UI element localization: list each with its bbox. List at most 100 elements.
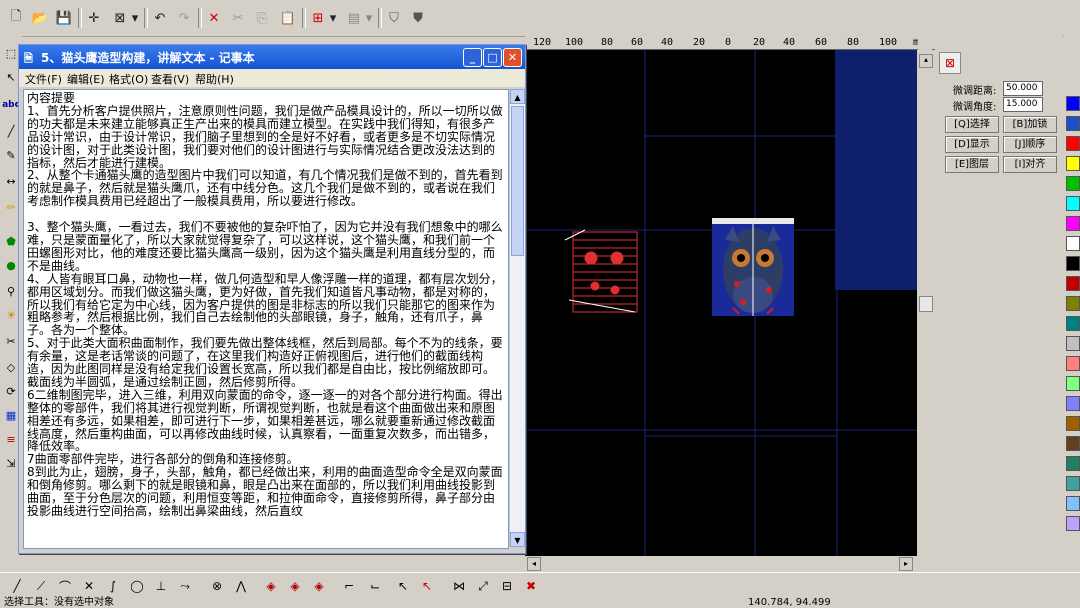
- arc-icon[interactable]: ⌒: [56, 577, 74, 595]
- color-swatch[interactable]: [1066, 516, 1080, 531]
- color-swatch[interactable]: [1066, 496, 1080, 511]
- tangent-icon[interactable]: ⤳: [176, 577, 194, 595]
- trim-icon[interactable]: ⋀: [232, 577, 250, 595]
- align-button[interactable]: [I]对齐: [1003, 156, 1057, 173]
- vertical-scrollbar[interactable]: ▴: [918, 36, 933, 556]
- color-swatch[interactable]: [1066, 356, 1080, 371]
- notepad-text-area[interactable]: 内容提要 1、首先分析客户提供照片，注意原则性问题，我们是做产品模具设计的，所以…: [23, 89, 509, 549]
- cut-icon[interactable]: ✂: [228, 8, 248, 28]
- circle-icon[interactable]: ◯: [128, 577, 146, 595]
- fillet-icon[interactable]: ⌐: [340, 577, 358, 595]
- ruler-tick: 0: [725, 37, 732, 48]
- angle-input[interactable]: 15.000: [1003, 97, 1043, 112]
- color-swatch[interactable]: [1066, 376, 1080, 391]
- menu-file[interactable]: 文件(F): [25, 71, 62, 87]
- color-swatch[interactable]: [1066, 456, 1080, 471]
- delete-icon[interactable]: ✕: [204, 8, 224, 28]
- ruler-tick: 120: [533, 37, 552, 48]
- cross-icon[interactable]: ✕: [80, 577, 98, 595]
- grid-dropdown-icon[interactable]: ▾: [328, 8, 338, 28]
- zoom-window-icon[interactable]: ⊠: [110, 8, 130, 28]
- perpendicular-icon[interactable]: ⊥: [152, 577, 170, 595]
- color-swatch[interactable]: [1066, 156, 1080, 171]
- ruler-tick: 80: [601, 37, 614, 48]
- layer-dropdown-icon[interactable]: ▾: [364, 8, 374, 28]
- panel-tab-icon[interactable]: ⊠: [939, 52, 961, 74]
- line-icon[interactable]: ╱: [8, 577, 26, 595]
- display-button[interactable]: [D]显示: [945, 136, 999, 153]
- color-swatch[interactable]: [1066, 116, 1080, 131]
- redo-icon[interactable]: ↷: [174, 8, 194, 28]
- pointer-delete-icon[interactable]: ↖: [418, 577, 436, 595]
- ruler-tick: 20: [753, 37, 766, 48]
- color-swatch[interactable]: [1066, 436, 1080, 451]
- diamond-alt-icon[interactable]: ◈: [286, 577, 304, 595]
- color-swatch[interactable]: [1066, 476, 1080, 491]
- point-icon[interactable]: ⊗: [208, 577, 226, 595]
- open-file-icon[interactable]: 📂: [30, 8, 50, 28]
- scroll-up-icon[interactable]: ▲: [510, 89, 525, 104]
- shield-alt-icon[interactable]: ⛊: [408, 8, 428, 28]
- color-swatch[interactable]: [1066, 336, 1080, 351]
- scroll-thumb[interactable]: [919, 296, 933, 312]
- scroll-down-icon[interactable]: ▼: [510, 532, 525, 547]
- ruler-tick: 100: [879, 37, 898, 48]
- angle-label: 微调角度:: [953, 102, 997, 113]
- copy-icon[interactable]: ⎘: [252, 8, 272, 28]
- diamond-cut-icon[interactable]: ◈: [310, 577, 328, 595]
- chamfer-icon[interactable]: ⌙: [366, 577, 384, 595]
- color-swatch[interactable]: [1066, 216, 1080, 231]
- layer-button[interactable]: [E]图层: [945, 156, 999, 173]
- maximize-icon[interactable]: □: [483, 48, 502, 67]
- color-swatch[interactable]: [1066, 276, 1080, 291]
- color-swatch[interactable]: [1066, 316, 1080, 331]
- diamond-icon[interactable]: ◈: [262, 577, 280, 595]
- horizontal-scrollbar[interactable]: ◂ ▸: [525, 556, 917, 571]
- layer-icon[interactable]: ▤: [344, 8, 364, 28]
- select-button[interactable]: [Q]选择: [945, 116, 999, 133]
- color-swatch[interactable]: [1066, 236, 1080, 251]
- snap-icon[interactable]: ✛: [84, 8, 104, 28]
- lock-button[interactable]: [B]加锁: [1003, 116, 1057, 133]
- color-swatch[interactable]: [1066, 256, 1080, 271]
- menu-help[interactable]: 帮助(H): [195, 71, 234, 87]
- close-window-icon[interactable]: ✕: [503, 48, 522, 67]
- color-swatch[interactable]: [1066, 96, 1080, 111]
- properties-panel: ⊠ 微调距离: 50.000 微调角度: 15.000 [Q]选择 [B]加锁 …: [935, 36, 1063, 576]
- scroll-right-icon[interactable]: ▸: [899, 557, 913, 571]
- color-swatch[interactable]: [1066, 296, 1080, 311]
- curve-icon[interactable]: ∫: [104, 577, 122, 595]
- node-edit-icon[interactable]: ⋈: [450, 577, 468, 595]
- color-swatch[interactable]: [1066, 176, 1080, 191]
- node-move-icon[interactable]: ⤢: [474, 577, 492, 595]
- undo-icon[interactable]: ↶: [150, 8, 170, 28]
- minimize-icon[interactable]: _: [463, 48, 482, 67]
- dropdown-arrow-icon[interactable]: ▾: [130, 8, 140, 28]
- notepad-content[interactable]: 内容提要 1、首先分析客户提供照片，注意原则性问题，我们是做产品模具设计的，所以…: [24, 90, 508, 520]
- polyline-icon[interactable]: ⟋: [32, 577, 50, 595]
- notepad-window[interactable]: 🗎 5、猫头鹰造型构建，讲解文本 - 记事本 _ □ ✕ 文件(F) 编辑(E)…: [18, 44, 526, 554]
- order-button[interactable]: [J]顺序: [1003, 136, 1057, 153]
- dist-input[interactable]: 50.000: [1003, 81, 1043, 96]
- status-text: 选择工具：没有选中对象: [4, 597, 114, 608]
- menu-view[interactable]: 查看(V): [151, 71, 189, 87]
- scroll-up-icon[interactable]: ▴: [919, 54, 933, 68]
- color-swatch[interactable]: [1066, 196, 1080, 211]
- node-split-icon[interactable]: ⊟: [498, 577, 516, 595]
- color-swatch[interactable]: [1066, 416, 1080, 431]
- scroll-left-icon[interactable]: ◂: [527, 557, 541, 571]
- shield-icon[interactable]: ⛉: [384, 8, 404, 28]
- new-file-icon[interactable]: 🗋: [6, 8, 26, 28]
- notepad-scrollbar[interactable]: ▲ ▼: [509, 89, 525, 547]
- save-icon[interactable]: 💾: [54, 8, 74, 28]
- color-swatch[interactable]: [1066, 136, 1080, 151]
- notepad-titlebar[interactable]: 🗎 5、猫头鹰造型构建，讲解文本 - 记事本 _ □ ✕: [19, 45, 525, 69]
- pointer-icon[interactable]: ↖: [394, 577, 412, 595]
- notepad-scroll-thumb[interactable]: [511, 106, 524, 256]
- menu-format[interactable]: 格式(O): [109, 71, 148, 87]
- color-swatch[interactable]: [1066, 396, 1080, 411]
- menu-edit[interactable]: 编辑(E): [67, 71, 105, 87]
- paste-icon[interactable]: 📋: [278, 8, 298, 28]
- grid-icon[interactable]: ⊞: [308, 8, 328, 28]
- close-icon[interactable]: ✖: [522, 577, 540, 595]
